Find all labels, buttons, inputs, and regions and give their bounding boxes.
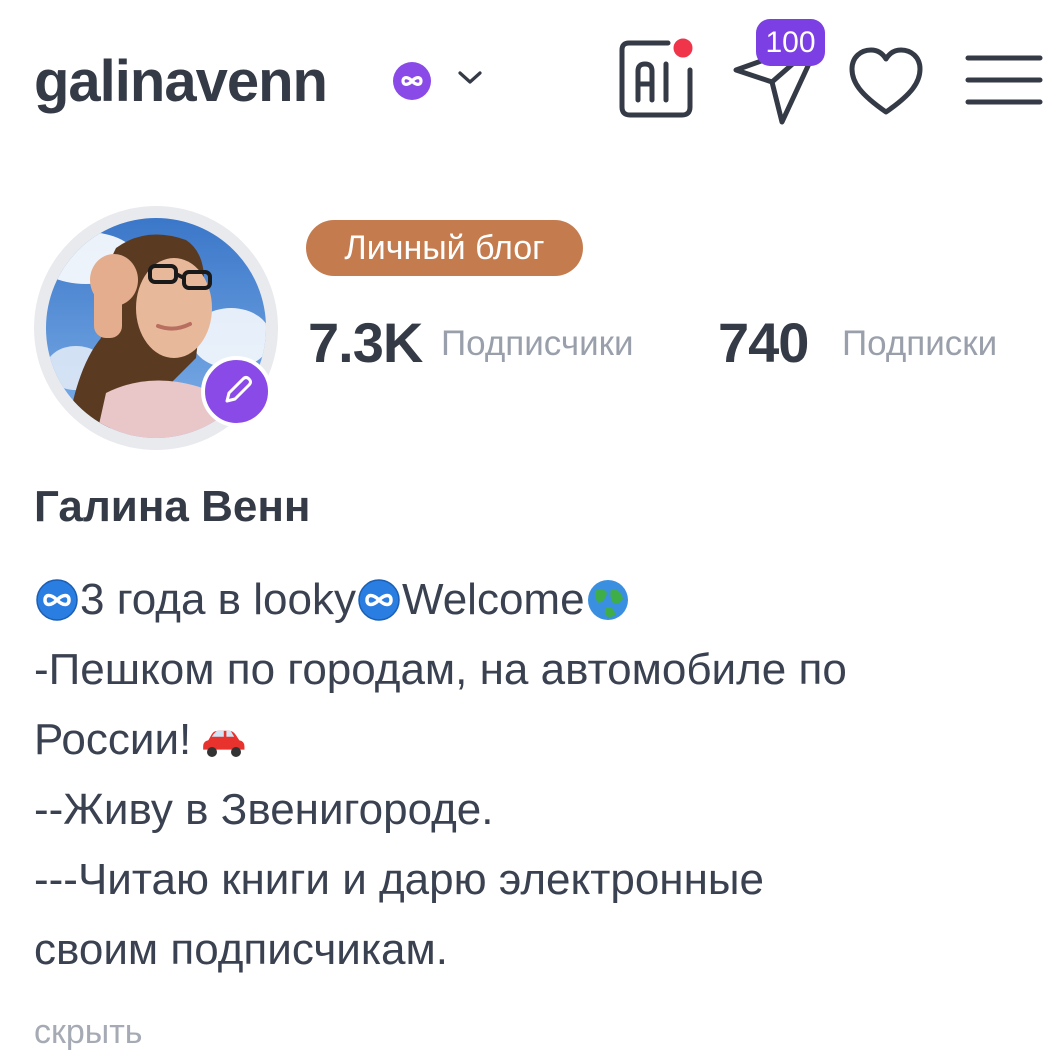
bio-text-segment: России! — [34, 715, 192, 764]
bio-line: 3 года в looky Welcome — [34, 565, 1044, 635]
bio-line: своим подписчикам. — [34, 925, 448, 974]
following-label[interactable]: Подписки — [842, 321, 997, 367]
messages-count-badge: 100 — [756, 19, 825, 66]
username[interactable]: galinavenn — [34, 44, 328, 120]
pencil-icon — [225, 376, 252, 403]
followers-count[interactable]: 7.3K — [308, 310, 423, 376]
car-emoji — [203, 730, 245, 757]
infinity-emoji — [358, 579, 400, 621]
notification-dot — [670, 35, 696, 61]
display-name: Галина Венн — [34, 482, 311, 531]
hamburger-menu-icon[interactable] — [962, 48, 1046, 112]
bio-line: -Пешком по городам, на автомобиле по — [34, 645, 847, 694]
bio-text-segment: 3 года в looky — [80, 575, 356, 624]
following-count[interactable]: 740 — [718, 310, 809, 376]
blog-type-badge[interactable]: Личный блог — [306, 220, 583, 276]
followers-label[interactable]: Подписчики — [441, 321, 634, 367]
chevron-down-icon[interactable] — [455, 66, 485, 90]
bio-line: России! — [34, 705, 1044, 775]
bio-text: 3 года в looky Welcome -Пешком по города… — [34, 565, 1044, 985]
edit-avatar-button[interactable] — [201, 356, 272, 427]
bio-line: ---Читаю книги и дарю электронные — [34, 855, 764, 904]
bio-text-segment: Welcome — [401, 575, 585, 624]
heart-icon[interactable] — [846, 44, 926, 120]
globe-emoji — [587, 580, 628, 620]
bio-line: --Живу в Звенигороде. — [34, 785, 494, 834]
hide-bio-link[interactable]: скрыть — [34, 1010, 143, 1051]
ai-button[interactable] — [608, 30, 704, 126]
profile-header: galinavenn 100 — [0, 0, 1051, 150]
infinity-emoji — [36, 579, 78, 621]
infinity-verified-icon — [393, 62, 431, 100]
